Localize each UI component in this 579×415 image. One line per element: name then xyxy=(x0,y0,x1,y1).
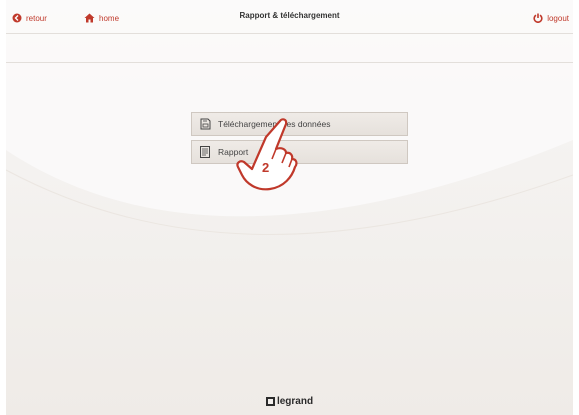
app-screen: retour home Rapport & téléchargement log… xyxy=(6,0,573,415)
step-number: 2 xyxy=(262,160,269,175)
document-icon xyxy=(192,146,218,158)
legrand-mark xyxy=(265,397,275,406)
logout-button[interactable]: logout xyxy=(533,11,569,25)
brand-name: legrand xyxy=(276,396,314,407)
power-icon xyxy=(533,13,543,23)
top-bar: retour home Rapport & téléchargement log… xyxy=(6,0,573,34)
pointing-hand-icon: 2 xyxy=(236,118,298,191)
page-title: Rapport & téléchargement xyxy=(239,11,340,20)
logout-button-label: logout xyxy=(547,13,569,23)
header-divider xyxy=(6,62,573,63)
sd-card-icon xyxy=(192,118,218,130)
legrand-logo: legrand xyxy=(6,396,573,407)
